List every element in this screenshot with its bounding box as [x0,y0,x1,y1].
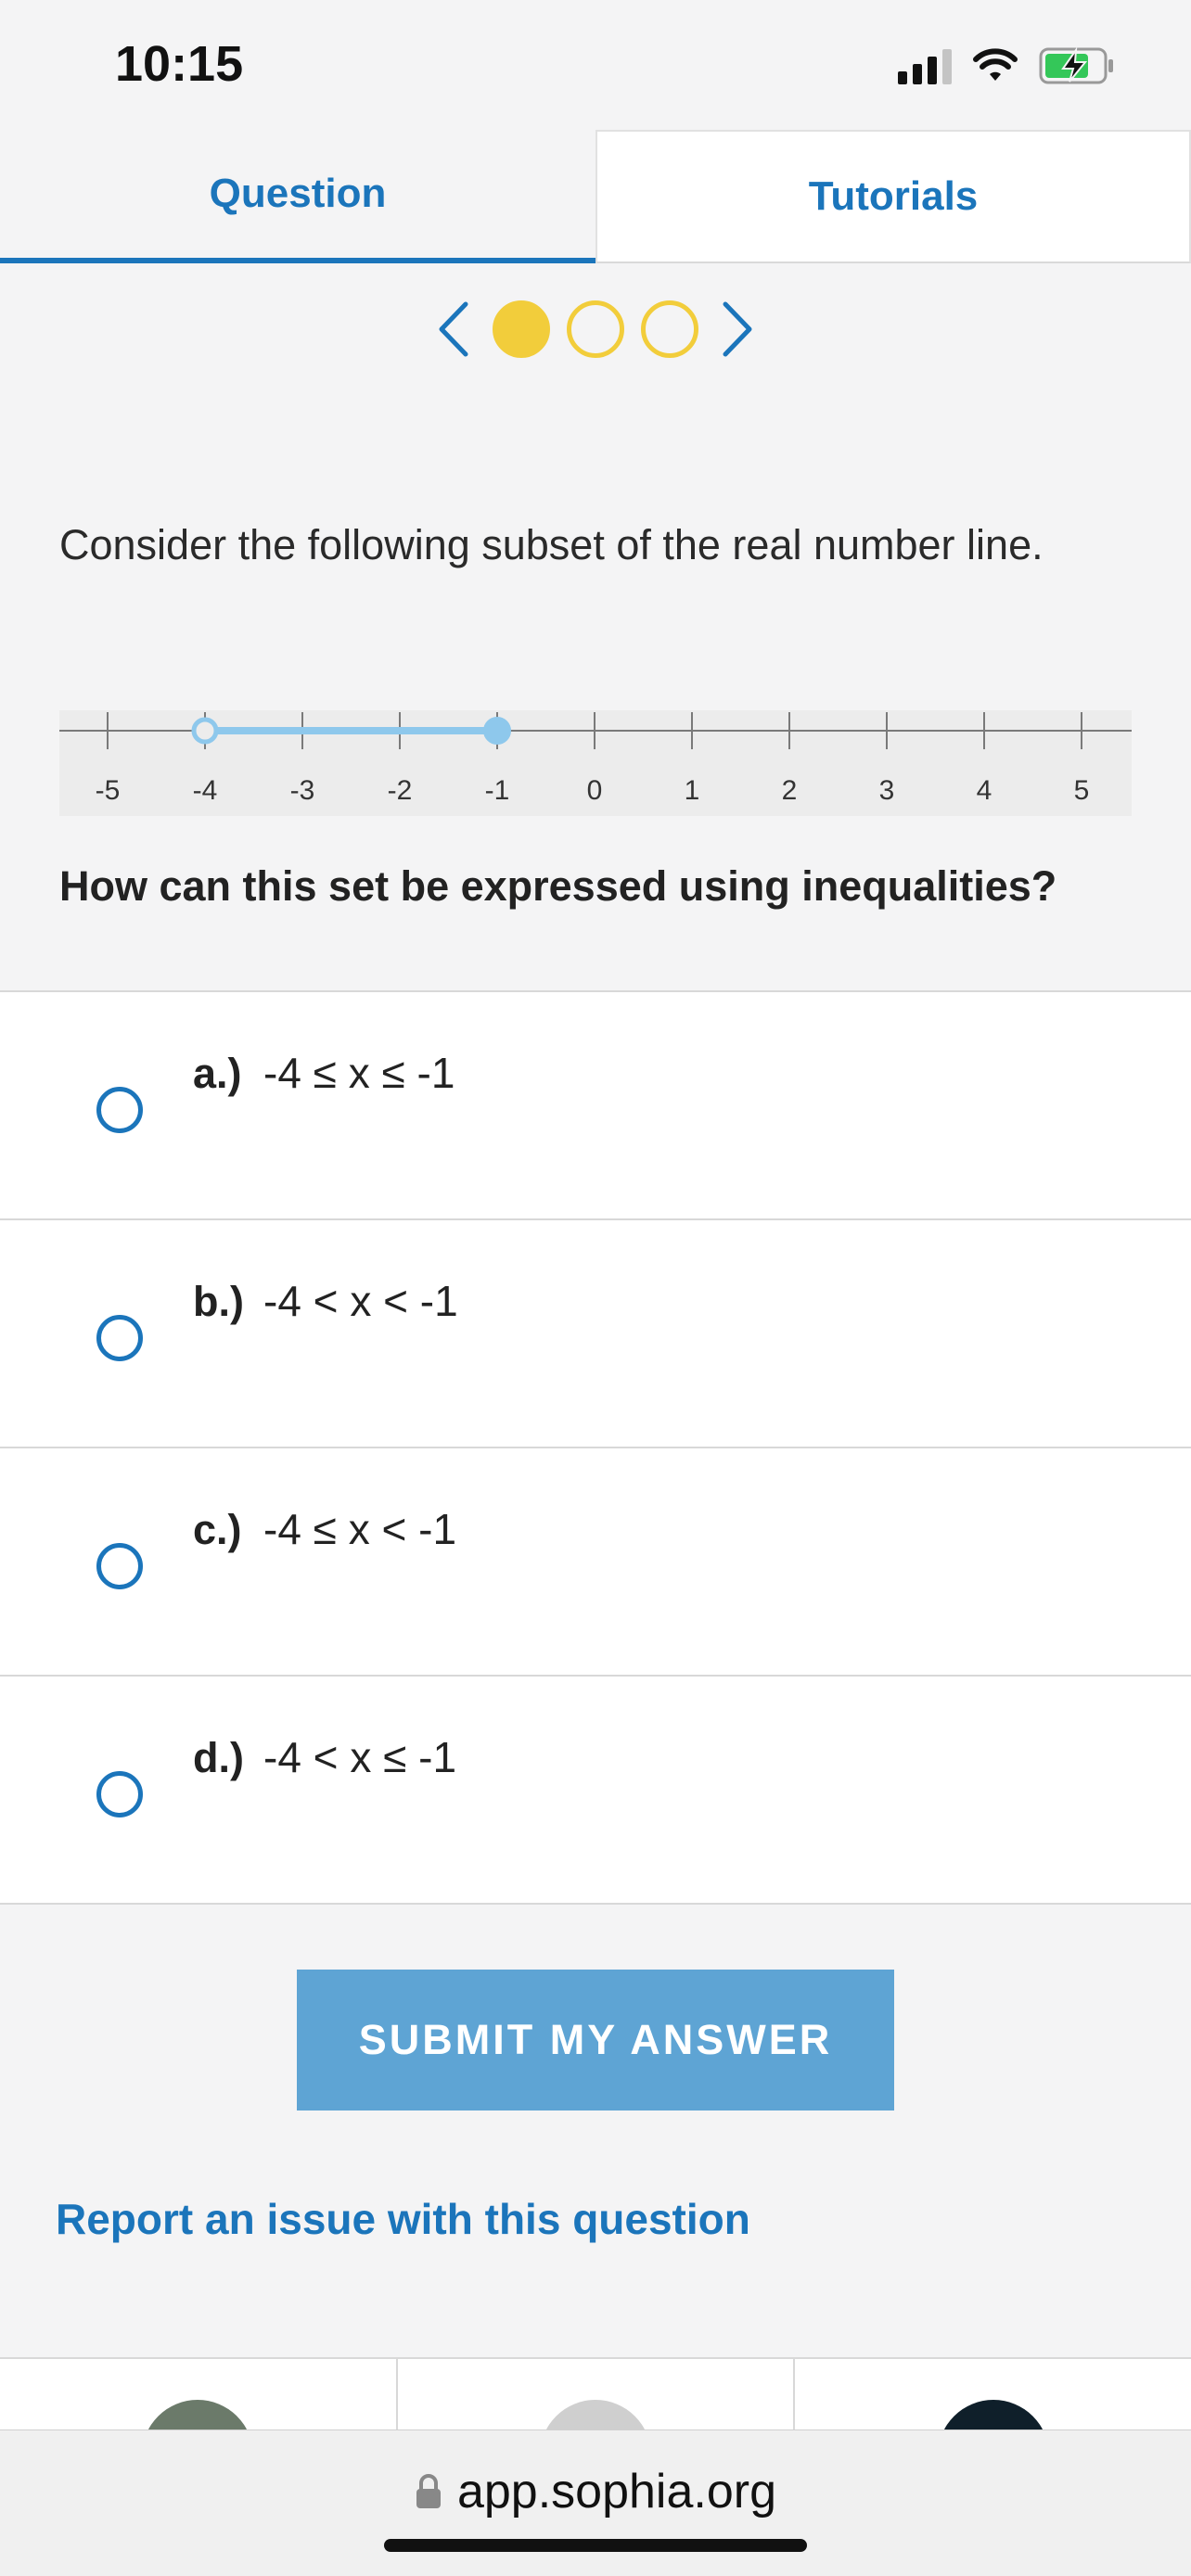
choice-letter: d.) [193,1734,244,1781]
number-line-tick-label: 0 [587,775,603,806]
home-indicator [384,2539,807,2552]
number-line-tick-label: -3 [290,775,315,806]
number-line-tick-label: 2 [782,775,798,806]
url-display[interactable]: app.sophia.org [0,2464,1191,2519]
question-prompt: Consider the following subset of the rea… [59,521,1044,568]
chevron-left-icon[interactable] [429,297,476,362]
status-icons [898,46,1115,85]
number-line-tick-label: -5 [96,775,121,806]
choice-text: -4 ≤ x < -1 [263,1505,457,1553]
report-issue-link[interactable]: Report an issue with this question [56,2194,750,2244]
choice-a[interactable]: a.) -4 ≤ x ≤ -1 [0,990,1191,1218]
url-text: app.sophia.org [456,2465,777,2519]
closed-endpoint [483,717,511,745]
tab-tutorials[interactable]: Tutorials [596,130,1191,263]
tutorial-card[interactable] [0,2359,398,2431]
number-line-tick-label: 1 [685,775,700,806]
choice-b[interactable]: b.) -4 < x < -1 [0,1218,1191,1447]
choice-text: -4 < x ≤ -1 [263,1733,457,1781]
number-line-tick-label: -4 [193,775,218,806]
avatar [937,2400,1049,2431]
radio-button[interactable] [96,1771,143,1817]
pager-dot-2[interactable] [567,300,624,358]
question-pager [0,287,1191,371]
choice-text: -4 < x < -1 [263,1277,458,1325]
battery-charging-icon [1039,46,1113,84]
question-text: How can this set be expressed using ineq… [59,862,1057,910]
tutorial-card[interactable] [398,2359,796,2431]
choice-text: -4 ≤ x ≤ -1 [263,1049,455,1097]
radio-button[interactable] [96,1315,143,1361]
submit-answer-button[interactable]: SUBMIT MY ANSWER [297,1970,894,2111]
pager-dot-1[interactable] [493,300,550,358]
lock-icon [416,2474,441,2508]
status-time: 10:15 [115,36,244,92]
choice-letter: b.) [193,1278,244,1325]
number-line-tick-label: -2 [388,775,413,806]
avatar [142,2400,254,2431]
number-line-tick-label: 4 [977,775,992,806]
pager-dot-3[interactable] [641,300,698,358]
radio-button[interactable] [96,1087,143,1133]
wifi-icon [973,48,1018,81]
choice-letter: c.) [193,1506,242,1553]
radio-button[interactable] [96,1543,143,1589]
tab-question[interactable]: Question [0,130,596,263]
answer-choices: a.) -4 ≤ x ≤ -1 b.) -4 < x < -1 c.) -4 ≤… [0,990,1191,1905]
tab-bar: Question Tutorials [0,130,1191,263]
avatar [540,2400,651,2431]
choice-d[interactable]: d.) -4 < x ≤ -1 [0,1675,1191,1905]
browser-address-bar[interactable]: app.sophia.org [0,2429,1191,2576]
choice-letter: a.) [193,1050,242,1097]
chevron-right-icon[interactable] [715,297,762,362]
status-bar: 10:15 [0,0,1191,130]
signal-icon [898,47,952,84]
number-line-tick-label: -1 [485,775,510,806]
choice-c[interactable]: c.) -4 ≤ x < -1 [0,1447,1191,1675]
tutorial-cards [0,2357,1191,2431]
number-line-tick-label: 5 [1074,775,1090,806]
tutorial-card[interactable] [795,2359,1191,2431]
open-endpoint [191,717,219,745]
number-line-tick-label: 3 [879,775,895,806]
number-line: -5 -4 -3 -2 -1 0 1 2 3 4 5 [59,710,1132,816]
